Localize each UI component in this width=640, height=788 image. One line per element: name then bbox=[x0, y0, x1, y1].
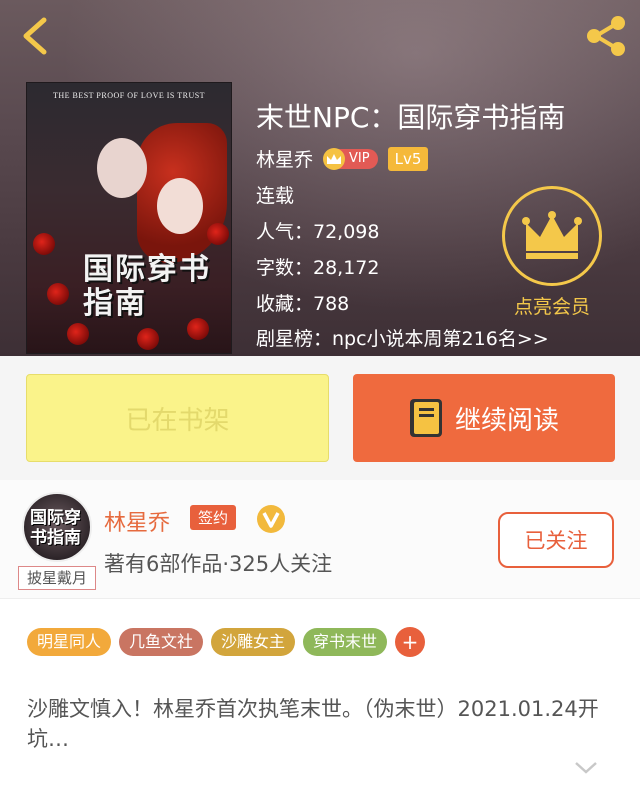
book-status: 连载 bbox=[256, 185, 295, 207]
book-cover[interactable]: THE BEST PROOF OF LOVE IS TRUST 国际穿书指南 bbox=[26, 82, 232, 354]
back-button[interactable] bbox=[14, 14, 58, 58]
member-button[interactable]: 点亮会员 bbox=[500, 186, 604, 319]
book-favorites: 收藏：788 bbox=[256, 293, 350, 315]
cover-art-rose bbox=[187, 318, 209, 340]
tag-chip[interactable]: 穿书末世 bbox=[303, 628, 388, 656]
cover-tagline: THE BEST PROOF OF LOVE IS TRUST bbox=[52, 91, 206, 100]
ranking-link[interactable]: 剧星榜：npc小说本周第216名>> bbox=[256, 324, 549, 351]
book-popularity: 人气：72,098 bbox=[256, 221, 380, 243]
author-name[interactable]: 林星乔 bbox=[256, 145, 313, 172]
member-label: 点亮会员 bbox=[513, 296, 590, 318]
on-shelf-label: 已在书架 bbox=[125, 405, 230, 436]
verified-v-icon bbox=[257, 505, 285, 533]
book-description: 沙雕文慎入！林星乔首次执笔末世。（伪末世）2021.01.24开坑… bbox=[27, 697, 599, 751]
action-bar: 已在书架 继续阅读 bbox=[0, 356, 640, 480]
cover-art-rose bbox=[33, 233, 55, 255]
chevron-down-icon[interactable] bbox=[574, 760, 598, 776]
author-stats: 著有6部作品·325人关注 bbox=[104, 552, 333, 576]
cover-art-rose bbox=[47, 283, 69, 305]
book-header: THE BEST PROOF OF LOVE IS TRUST 国际穿书指南 末… bbox=[0, 0, 640, 356]
book-icon bbox=[409, 399, 442, 437]
vip-crown-icon bbox=[323, 147, 346, 170]
book-word-count: 字数：28,172 bbox=[256, 257, 380, 279]
member-circle bbox=[502, 186, 602, 286]
share-button[interactable] bbox=[582, 12, 630, 60]
follow-button[interactable]: 已关注 bbox=[498, 512, 614, 568]
cover-art-face bbox=[97, 138, 147, 198]
cover-title: 国际穿书指南 bbox=[83, 252, 211, 321]
cover-art-rose bbox=[67, 323, 89, 345]
share-icon bbox=[587, 16, 625, 56]
crown-icon bbox=[522, 211, 582, 259]
avatar-text: 国际穿书指南 bbox=[30, 508, 81, 548]
author-card-name[interactable]: 林星乔 bbox=[104, 505, 170, 537]
book-title: 末世NPC：国际穿书指南 bbox=[256, 101, 566, 134]
tag-list: 明星同人 几鱼文社 沙雕女主 穿书末世 + bbox=[27, 627, 426, 657]
signed-badge: 签约 bbox=[190, 505, 237, 530]
add-tag-button[interactable]: + bbox=[395, 627, 426, 657]
author-card: 国际穿书指南 披星戴月 林星乔 签约 著有6部作品·325人关注 已关注 bbox=[0, 480, 640, 598]
cover-art-rose bbox=[207, 223, 229, 245]
vip-badge: VIP bbox=[323, 147, 378, 170]
follow-label: 已关注 bbox=[524, 529, 588, 553]
on-shelf-button[interactable]: 已在书架 bbox=[26, 374, 329, 462]
author-line: 林星乔 VIP Lv5 bbox=[256, 145, 429, 172]
continue-reading-label: 继续阅读 bbox=[454, 405, 559, 436]
chevron-left-icon bbox=[23, 17, 47, 55]
avatar-caption: 披星戴月 bbox=[18, 566, 96, 590]
cover-art-face bbox=[157, 178, 203, 234]
divider bbox=[0, 598, 640, 599]
cover-art-rose bbox=[137, 328, 159, 350]
avatar[interactable]: 国际穿书指南 bbox=[22, 492, 92, 562]
continue-reading-button[interactable]: 继续阅读 bbox=[353, 374, 615, 462]
tag-chip[interactable]: 几鱼文社 bbox=[119, 628, 204, 656]
tag-chip[interactable]: 沙雕女主 bbox=[211, 628, 296, 656]
tag-chip[interactable]: 明星同人 bbox=[27, 628, 112, 656]
level-badge: Lv5 bbox=[387, 146, 429, 171]
